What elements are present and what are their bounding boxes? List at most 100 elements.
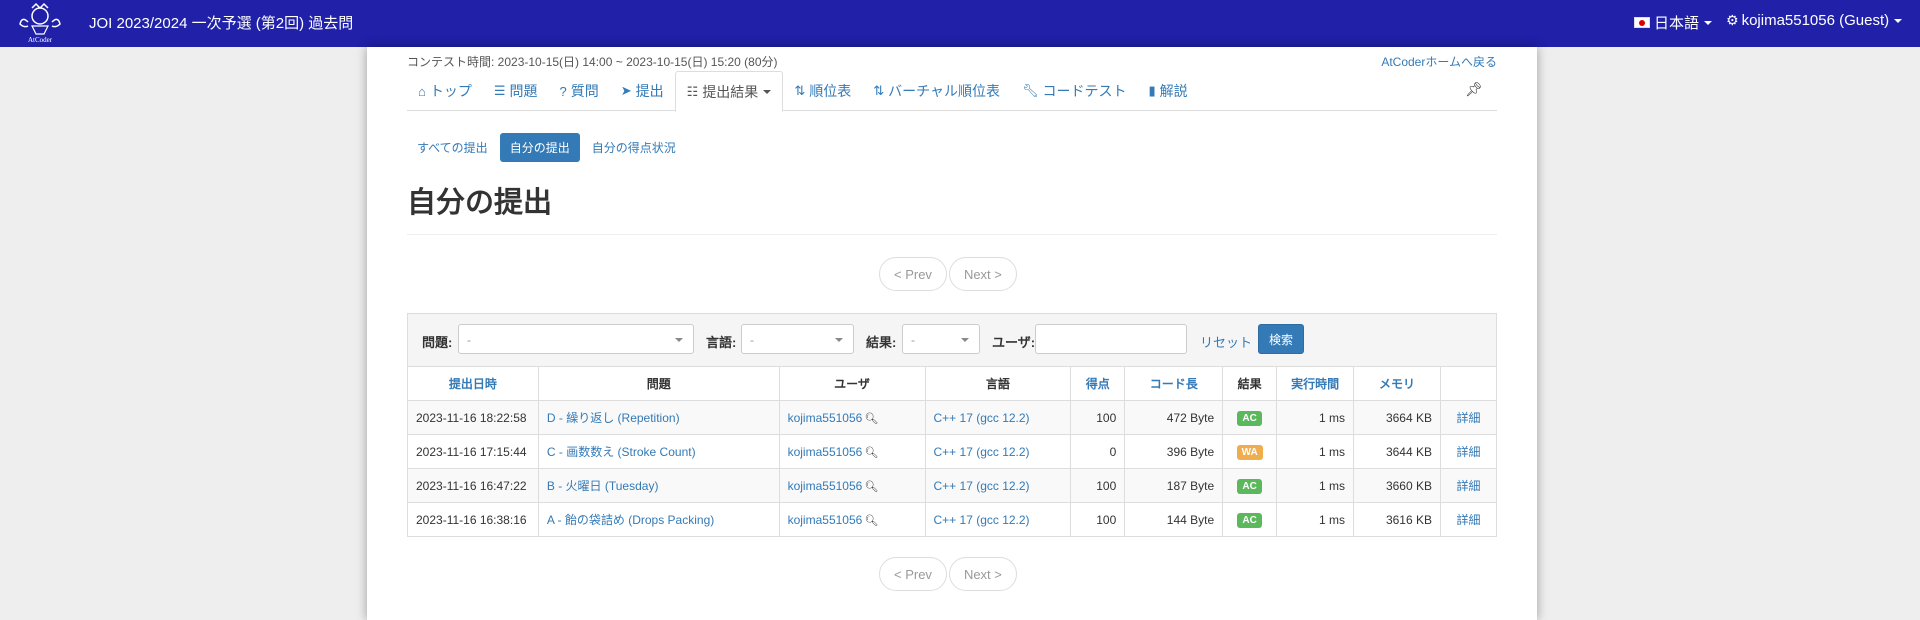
dropdown-arrow-icon (961, 338, 969, 342)
header-memory[interactable]: メモリ (1353, 366, 1441, 401)
tab-label: 解説 (1159, 83, 1188, 99)
tab-top[interactable]: ⌂ トップ (407, 71, 483, 111)
user-link[interactable]: kojima551056 (788, 513, 863, 527)
user-cell: kojima551056 🔍︎ (778, 502, 926, 537)
tab-label: トップ (429, 83, 472, 99)
user-link[interactable]: kojima551056 (788, 411, 863, 425)
language-link[interactable]: C++ 17 (gcc 12.2) (934, 479, 1030, 493)
score-cell: 100 (1070, 502, 1126, 537)
sort-icon: ⇅ (873, 83, 885, 98)
status-filter-select[interactable]: - (902, 324, 980, 354)
japan-flag-icon (1634, 17, 1650, 28)
language-cell: C++ 17 (gcc 12.2) (924, 468, 1072, 503)
language-filter-value: - (750, 333, 754, 347)
detail-cell: 詳細 (1439, 502, 1498, 537)
detail-link[interactable]: 詳細 (1456, 513, 1480, 527)
atcoder-logo[interactable]: AtCoder (14, 2, 66, 44)
tab-virtual-standings[interactable]: ⇅ バーチャル順位表 (862, 71, 1011, 111)
contest-title[interactable]: JOI 2023/2024 一次予選 (第2回) 過去問 (89, 12, 353, 33)
user-label: kojima551056 (Guest) (1741, 12, 1890, 29)
language-filter-select[interactable]: - (741, 324, 854, 354)
task-cell: D - 繰り返し (Repetition) (537, 400, 780, 435)
user-cell: kojima551056 🔍︎ (778, 434, 926, 469)
user-link[interactable]: kojima551056 (788, 445, 863, 459)
task-cell: B - 火曜日 (Tuesday) (537, 468, 780, 503)
header-language: 言語 (924, 366, 1072, 401)
exec-time-cell: 1 ms (1276, 468, 1355, 503)
status-badge: AC (1237, 410, 1262, 426)
detail-cell: 詳細 (1439, 434, 1498, 469)
filter-bar: 問題: - 言語: - 結果: - ユーザ: リセット 検索 (407, 313, 1497, 366)
search-icon[interactable]: 🔍︎ (864, 412, 878, 425)
search-icon[interactable]: 🔍︎ (864, 446, 878, 459)
submission-subnav: すべての提出 自分の提出 自分の得点状況 (407, 133, 688, 162)
my-submissions-link[interactable]: 自分の提出 (499, 133, 580, 162)
language-link[interactable]: C++ 17 (gcc 12.2) (934, 411, 1030, 425)
submit-time-cell: 2023-11-16 16:47:22 (407, 468, 539, 503)
code-length-cell: 472 Byte (1124, 400, 1224, 435)
language-filter-label: 言語: (706, 335, 737, 350)
table-row: 2023-11-16 16:38:16 A - 飴の袋詰め (Drops Pack… (407, 502, 1498, 537)
header-score[interactable]: 得点 (1070, 366, 1126, 401)
user-cell: kojima551056 🔍︎ (778, 468, 926, 503)
contest-time: コンテスト時間: 2023-10-15(日) 14:00 ~ 2023-10-1… (407, 55, 778, 69)
my-score-link[interactable]: 自分の得点状況 (582, 133, 686, 162)
prev-button[interactable]: < Prev (879, 257, 947, 291)
language-link[interactable]: C++ 17 (gcc 12.2) (934, 445, 1030, 459)
pin-icon[interactable]: 📌︎ (1465, 81, 1483, 98)
language-link[interactable]: C++ 17 (gcc 12.2) (934, 513, 1030, 527)
status-badge: AC (1237, 478, 1262, 494)
search-icon[interactable]: 🔍︎ (864, 480, 878, 493)
main-panel: コンテスト時間: 2023-10-15(日) 14:00 ~ 2023-10-1… (367, 47, 1537, 620)
submissions-table: 提出日時 問題 ユーザ 言語 得点 コード長 結果 実行時間 メモリ 2023-… (407, 366, 1498, 537)
all-submissions-link[interactable]: すべての提出 (407, 133, 498, 162)
table-body: 2023-11-16 18:22:58 D - 繰り返し (Repetition)… (407, 400, 1498, 537)
task-link[interactable]: C - 画数数え (Stroke Count) (547, 445, 696, 459)
tab-label: 問題 (509, 83, 538, 99)
back-home-link[interactable]: AtCoderホームへ戻る (1381, 53, 1497, 70)
user-filter-input[interactable] (1035, 324, 1187, 354)
detail-link[interactable]: 詳細 (1456, 479, 1480, 493)
user-cell: kojima551056 🔍︎ (778, 400, 926, 435)
task-link[interactable]: B - 火曜日 (Tuesday) (547, 479, 659, 493)
language-dropdown[interactable]: 日本語 (1634, 12, 1713, 33)
tab-custom-test[interactable]: 🔧︎ コードテスト (1011, 71, 1138, 111)
next-button[interactable]: Next > (948, 557, 1017, 591)
top-navbar: AtCoder JOI 2023/2024 一次予選 (第2回) 過去問 日本語… (0, 0, 1920, 47)
tab-tasks[interactable]: ☰ 問題 (483, 71, 549, 111)
tab-editorial[interactable]: ▮ 解説 (1138, 71, 1199, 111)
header-detail (1439, 366, 1498, 401)
tab-clarifications[interactable]: ? 質問 (549, 71, 610, 111)
task-filter-select[interactable]: - (458, 324, 694, 354)
submit-time-cell: 2023-11-16 18:22:58 (407, 400, 539, 435)
next-button[interactable]: Next > (948, 257, 1017, 291)
search-button[interactable]: 検索 (1258, 324, 1304, 354)
header-task: 問題 (537, 366, 780, 401)
detail-link[interactable]: 詳細 (1456, 445, 1480, 459)
tab-submissions[interactable]: ☷ 提出結果 (674, 71, 784, 112)
tab-label: コードテスト (1042, 83, 1127, 99)
tab-submit[interactable]: ➤ 提出 (610, 71, 675, 111)
submit-time-cell: 2023-11-16 16:38:16 (407, 502, 539, 537)
search-icon[interactable]: 🔍︎ (864, 514, 878, 527)
task-link[interactable]: A - 飴の袋詰め (Drops Packing) (547, 513, 714, 527)
user-link[interactable]: kojima551056 (788, 479, 863, 493)
user-dropdown[interactable]: ⚙ kojima551056 (Guest) (1726, 12, 1903, 29)
header-code-length[interactable]: コード長 (1124, 366, 1224, 401)
task-filter-value: - (467, 333, 471, 347)
task-filter-label: 問題: (422, 335, 453, 350)
reset-link[interactable]: リセット (1200, 332, 1252, 351)
prev-button[interactable]: < Prev (879, 557, 947, 591)
question-icon: ? (559, 83, 567, 99)
memory-cell: 3616 KB (1353, 502, 1441, 537)
task-link[interactable]: D - 繰り返し (Repetition) (547, 411, 680, 425)
tab-standings[interactable]: ⇅ 順位表 (783, 71, 862, 111)
dropdown-arrow-icon (835, 338, 843, 342)
table-row: 2023-11-16 18:22:58 D - 繰り返し (Repetition)… (407, 400, 1498, 435)
language-cell: C++ 17 (gcc 12.2) (924, 434, 1072, 469)
main-content: コンテスト時間: 2023-10-15(日) 14:00 ~ 2023-10-1… (407, 47, 1498, 620)
header-exec-time[interactable]: 実行時間 (1276, 366, 1355, 401)
detail-link[interactable]: 詳細 (1456, 411, 1480, 425)
header-submit-time[interactable]: 提出日時 (407, 366, 539, 401)
tab-label: 順位表 (809, 83, 852, 99)
